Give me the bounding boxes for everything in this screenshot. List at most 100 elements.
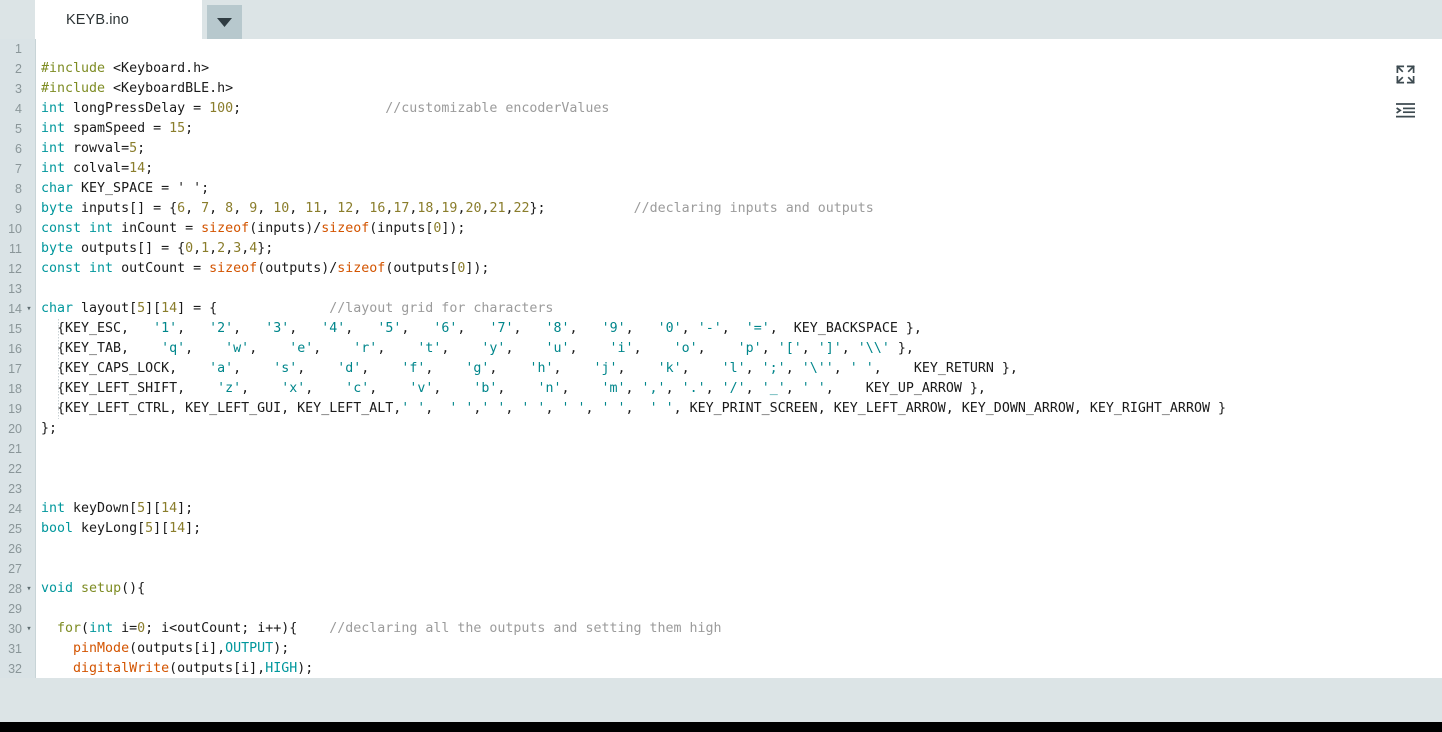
code-fold-toggle[interactable]: ▾ xyxy=(25,619,33,639)
code-line[interactable]: 31 pinMode(outputs[i],OUTPUT); xyxy=(0,639,1442,659)
code-token: 'g' xyxy=(465,361,490,376)
code-line[interactable]: 2 #include <Keyboard.h> xyxy=(0,59,1442,79)
code-token: 'x' xyxy=(281,381,306,396)
code-line[interactable]: 24 int keyDown[5][14]; xyxy=(0,499,1442,519)
code-token: 'n' xyxy=(537,381,562,396)
code-line[interactable]: 18 {KEY_LEFT_SHIFT, 'z', 'x', 'c', 'v', … xyxy=(0,379,1442,399)
code-line[interactable]: 16 {KEY_TAB, 'q', 'w', 'e', 'r', 't', 'y… xyxy=(0,339,1442,359)
code-token: <KeyboardBLE.h> xyxy=(105,81,234,96)
line-number: 7 xyxy=(15,162,22,176)
code-token: 1 xyxy=(201,241,210,256)
code-token: keyDown[ xyxy=(65,501,138,516)
code-line[interactable]: 13 xyxy=(0,279,1442,299)
code-line[interactable]: 23 xyxy=(0,479,1442,499)
code-token: , xyxy=(185,341,226,356)
code-line[interactable]: 30 ▾ for(int i=0; i<outCount; i++){ //dec… xyxy=(0,619,1442,639)
code-line[interactable]: 7 int colval=14; xyxy=(0,159,1442,179)
code-line-text: byte outputs[] = {0,1,2,3,4}; xyxy=(41,239,273,259)
chevron-down-icon[interactable] xyxy=(207,5,242,39)
code-line[interactable]: 3 #include <KeyboardBLE.h> xyxy=(0,79,1442,99)
code-line[interactable]: 15 {KEY_ESC, '1', '2', '3', '4', '5', '6… xyxy=(0,319,1442,339)
code-line[interactable]: 26 xyxy=(0,539,1442,559)
code-fold-toggle[interactable]: ▾ xyxy=(25,579,33,599)
code-line[interactable]: 14 ▾ char layout[5][14] = { //layout grid … xyxy=(0,299,1442,319)
code-token: 'q' xyxy=(161,341,186,356)
code-token: , xyxy=(345,321,378,336)
code-token: , xyxy=(841,341,858,356)
code-line[interactable]: 9 byte inputs[] = {6, 7, 8, 9, 10, 11, 12… xyxy=(0,199,1442,219)
code-token: , xyxy=(233,361,274,376)
code-token: '5' xyxy=(377,321,402,336)
code-line[interactable]: 6 int rowval=5; xyxy=(0,139,1442,159)
code-fold-toggle[interactable]: ▾ xyxy=(25,299,33,319)
code-token: 17 xyxy=(393,201,410,216)
code-token: 'j' xyxy=(593,361,618,376)
code-line[interactable]: 27 xyxy=(0,559,1442,579)
line-number: 4 xyxy=(15,102,22,116)
code-token: , xyxy=(697,341,738,356)
code-line[interactable]: 4 int longPressDelay = 100; //customizabl… xyxy=(0,99,1442,119)
code-token: 0 xyxy=(185,241,194,256)
code-editor[interactable]: 1 2 #include <Keyboard.h> 3 #include <Keyboa… xyxy=(0,39,1442,678)
code-token: ]); xyxy=(441,221,466,236)
code-token: , xyxy=(433,381,474,396)
code-line[interactable]: 8 char KEY_SPACE = ' '; xyxy=(0,179,1442,199)
code-token: 6 xyxy=(177,201,186,216)
code-line[interactable]: 20}; xyxy=(0,419,1442,439)
code-line[interactable]: 29 xyxy=(0,599,1442,619)
code-line[interactable]: 12 const int outCount = sizeof(outputs)/s… xyxy=(0,259,1442,279)
code-line-text: {KEY_TAB, 'q', 'w', 'e', 'r', 't', 'y', … xyxy=(41,339,914,359)
code-token: ]); xyxy=(465,261,490,276)
code-token: ',' xyxy=(641,381,666,396)
code-line-text: #include <Keyboard.h> xyxy=(41,59,209,79)
code-token: '2' xyxy=(209,321,234,336)
line-number: 6 xyxy=(15,142,22,156)
code-line-text: int keyDown[5][14]; xyxy=(41,499,193,519)
code-line[interactable]: 32 digitalWrite(outputs[i],HIGH); xyxy=(0,659,1442,678)
line-number: 15 xyxy=(8,322,22,336)
fullscreen-icon[interactable] xyxy=(1392,61,1418,87)
indent-guide xyxy=(58,319,59,419)
code-line[interactable]: 5 int spamSpeed = 15; xyxy=(0,119,1442,139)
format-indent-icon[interactable] xyxy=(1392,98,1418,124)
tab-keyb-ino[interactable]: KEYB.ino xyxy=(35,0,202,39)
code-token: '/' xyxy=(721,381,746,396)
code-token: ' ' xyxy=(401,401,426,416)
code-token: '\'' xyxy=(801,361,834,376)
code-line[interactable]: 1 xyxy=(0,39,1442,59)
code-token: #include xyxy=(41,61,106,76)
code-line[interactable]: 19 {KEY_LEFT_CTRL, KEY_LEFT_GUI, KEY_LEF… xyxy=(0,399,1442,419)
code-line[interactable]: 10 const int inCount = sizeof(inputs)/siz… xyxy=(0,219,1442,239)
code-token: , xyxy=(721,321,746,336)
code-token: (outputs[i], xyxy=(169,661,266,676)
line-number: 24 xyxy=(8,502,22,516)
code-line[interactable]: 11 byte outputs[] = {0,1,2,3,4}; xyxy=(0,239,1442,259)
line-number: 1 xyxy=(15,42,22,56)
code-token: 12 xyxy=(337,201,354,216)
code-token: sizeof xyxy=(201,221,250,236)
code-token: '7' xyxy=(489,321,514,336)
code-token: 0 xyxy=(137,621,146,636)
code-token: , xyxy=(233,321,266,336)
code-token: char xyxy=(41,301,74,316)
code-token: longPressDelay = xyxy=(65,101,210,116)
line-number: 9 xyxy=(15,202,22,216)
code-line[interactable]: 25 bool keyLong[5][14]; xyxy=(0,519,1442,539)
code-line[interactable]: 17 {KEY_CAPS_LOCK, 'a', 's', 'd', 'f', '… xyxy=(0,359,1442,379)
code-token: int xyxy=(89,221,114,236)
code-line[interactable]: 22 xyxy=(0,459,1442,479)
code-line[interactable]: 21 xyxy=(0,439,1442,459)
code-token: '0' xyxy=(657,321,682,336)
code-token: sizeof xyxy=(337,261,386,276)
line-number: 32 xyxy=(8,662,22,676)
code-line[interactable]: 28 ▾ void setup(){ xyxy=(0,579,1442,599)
code-line-text: for(int i=0; i<outCount; i++){ //declari… xyxy=(41,619,722,639)
code-scroll-area[interactable]: 1 2 #include <Keyboard.h> 3 #include <Keyboa… xyxy=(0,39,1442,678)
code-token: , xyxy=(289,321,322,336)
code-token: 'y' xyxy=(481,341,506,356)
line-number: 18 xyxy=(8,382,22,396)
